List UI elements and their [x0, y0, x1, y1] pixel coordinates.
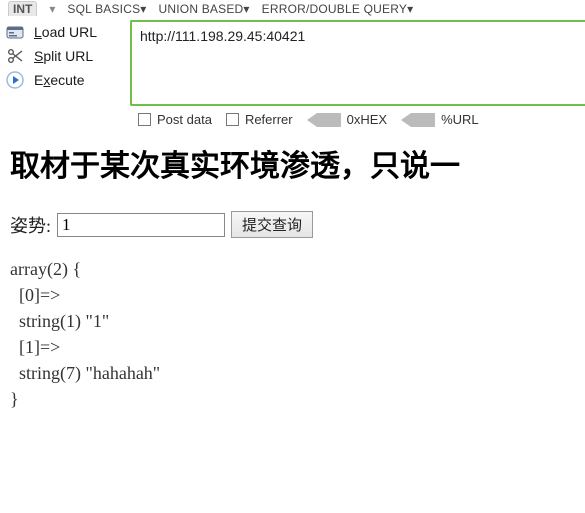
top-menu-bar: INT ▾ SQL BASICS▾ UNION BASED▾ ERROR/DOU… — [0, 0, 585, 16]
play-icon — [6, 71, 24, 89]
var-dump-output: array(2) { [0]=> string(1) "1" [1]=> str… — [10, 256, 575, 413]
split-url-action[interactable]: Split URL — [6, 46, 124, 66]
options-row: Post data Referrer 0xHEX %URL — [0, 106, 585, 135]
post-data-label: Post data — [157, 112, 212, 127]
arrow-left-icon — [401, 113, 435, 127]
load-url-label: Load URL — [34, 24, 97, 40]
hex-label: 0xHEX — [347, 112, 387, 127]
menu-sql-basics[interactable]: SQL BASICS▾ — [67, 2, 146, 16]
execute-label: Execute — [34, 72, 85, 88]
hackbar-toolbar: Load URL Split URL Execute — [0, 16, 585, 106]
hex-encode-button[interactable]: 0xHEX — [307, 112, 387, 127]
side-actions: Load URL Split URL Execute — [6, 20, 124, 106]
query-form: 姿势: 提交查询 — [10, 211, 575, 238]
checkbox-icon — [226, 113, 239, 126]
checkbox-icon — [138, 113, 151, 126]
arrow-left-icon — [307, 113, 341, 127]
page-content: 取材于某次真实环境渗透，只说一 姿势: 提交查询 array(2) { [0]=… — [0, 135, 585, 413]
referrer-label: Referrer — [245, 112, 293, 127]
page-heading: 取材于某次真实环境渗透，只说一 — [10, 141, 575, 185]
query-input[interactable] — [57, 213, 225, 237]
load-url-action[interactable]: Load URL — [6, 22, 124, 42]
menu-error-double-query[interactable]: ERROR/DOUBLE QUERY▾ — [262, 2, 414, 16]
urlencode-button[interactable]: %URL — [401, 112, 479, 127]
urlencode-label: %URL — [441, 112, 479, 127]
submit-button[interactable]: 提交查询 — [231, 211, 313, 238]
separator: ▾ — [49, 2, 55, 16]
menu-union-based[interactable]: UNION BASED▾ — [159, 2, 250, 16]
url-textarea[interactable]: http://111.198.29.45:40421 — [130, 20, 585, 106]
form-label: 姿势: — [10, 212, 51, 238]
referrer-checkbox[interactable]: Referrer — [226, 112, 293, 127]
post-data-checkbox[interactable]: Post data — [138, 112, 212, 127]
tab-int[interactable]: INT — [8, 1, 37, 16]
split-url-label: Split URL — [34, 48, 93, 64]
execute-action[interactable]: Execute — [6, 70, 124, 90]
load-url-icon — [6, 23, 24, 41]
scissors-icon — [6, 47, 24, 65]
